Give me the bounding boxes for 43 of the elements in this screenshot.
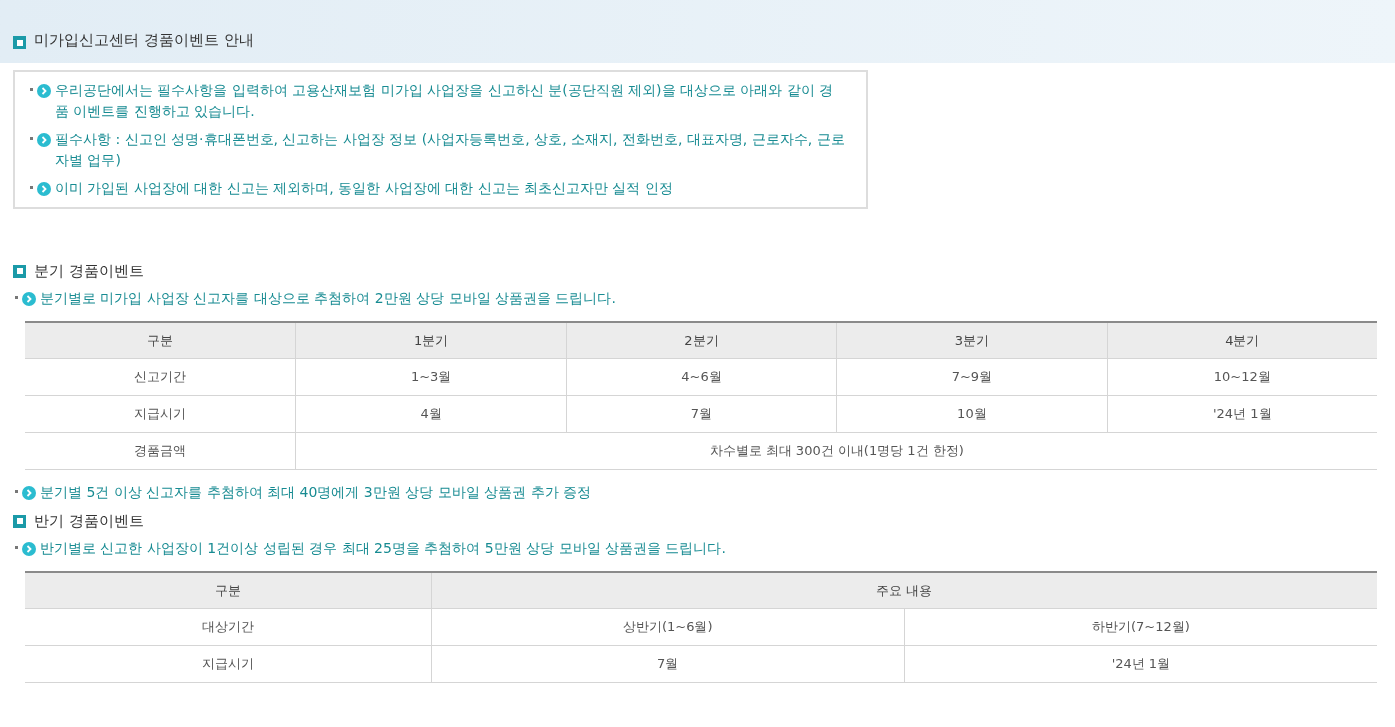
bullet-text: 분기별 5건 이상 신고자를 추첨하여 최대 40명에게 3만원 상당 모바일 상품권 추가 증정 — [40, 483, 592, 502]
page-title: 미가입신고센터 경품이벤트 안내 — [34, 31, 254, 49]
square-bullet-icon — [13, 36, 26, 49]
chevron-circle-icon — [22, 486, 36, 500]
table-cell: 지급시기 — [25, 396, 296, 433]
chevron-circle-icon — [22, 292, 36, 306]
bullet-text: 우리공단에서는 필수사항을 입력하여 고용산재보험 미가입 사업장을 신고하신 분(공단직원 제외)을 대상으로 아래와 같이 경품 이벤트를 진행하고 있습니다. — [55, 81, 835, 121]
bullet-text: 반기별로 신고한 사업장이 1건이상 성립된 경우 최대 25명을 추첨하여 5만원 상당 모바일 상품권을 드립니다. — [40, 539, 726, 558]
square-bullet-icon — [13, 264, 26, 278]
header-cell: 주요 내용 — [430, 573, 1377, 609]
table-cell: 7~9월 — [836, 359, 1107, 396]
bullet-text: 분기별로 미가입 사업장 신고자를 대상으로 추첨하여 2만원 상당 모바일 상품권을 드립니다. — [40, 289, 616, 308]
bullet-text: 이미 가입된 사업장에 대한 신고는 제외하며, 동일한 사업장에 대한 신고는 최초신고자만 실적 인정 — [55, 179, 673, 198]
table-cell: 1~3월 — [295, 359, 566, 396]
header-cell: 1분기 — [295, 323, 566, 359]
chevron-circle-icon — [37, 84, 51, 98]
chevron-circle-icon — [37, 133, 51, 147]
header-cell: 2분기 — [565, 323, 837, 359]
chevron-circle-icon — [37, 182, 51, 196]
table-cell: 4~6월 — [565, 359, 837, 396]
section-title: 반기 경품이벤트 — [34, 510, 144, 532]
chevron-circle-icon — [22, 542, 36, 556]
square-bullet-icon — [13, 514, 26, 528]
section-title: 분기 경품이벤트 — [34, 260, 144, 282]
header-cell: 구분 — [25, 573, 431, 609]
table-cell: '24년 1월 — [1106, 396, 1377, 433]
table-cell: 10월 — [836, 396, 1107, 433]
bullet-text: 필수사항 : 신고인 성명·휴대폰번호, 신고하는 사업장 정보 (사업자등록번호, 상호, 소재지, 전화번호, 대표자명, 근로자수, 근로자별 업무) — [55, 130, 846, 170]
table-cell: 대상기간 — [25, 609, 431, 646]
table-cell: 차수별로 최대 300건 이내(1명당 1건 한정) — [295, 433, 1377, 470]
header-cell: 4분기 — [1106, 323, 1377, 359]
table-cell: 하반기(7~12월) — [903, 609, 1377, 646]
header-cell: 구분 — [25, 323, 296, 359]
table-cell: 10~12월 — [1106, 359, 1377, 396]
table-cell: 경품금액 — [25, 433, 296, 470]
table-cell: 4월 — [295, 396, 566, 433]
table-cell: 7월 — [430, 646, 904, 683]
table-cell: 지급시기 — [25, 646, 431, 683]
table-cell: 신고기간 — [25, 359, 296, 396]
table-cell: 상반기(1~6월) — [430, 609, 904, 646]
header-cell: 3분기 — [836, 323, 1107, 359]
table-cell: 7월 — [565, 396, 837, 433]
table-cell: '24년 1월 — [903, 646, 1377, 683]
